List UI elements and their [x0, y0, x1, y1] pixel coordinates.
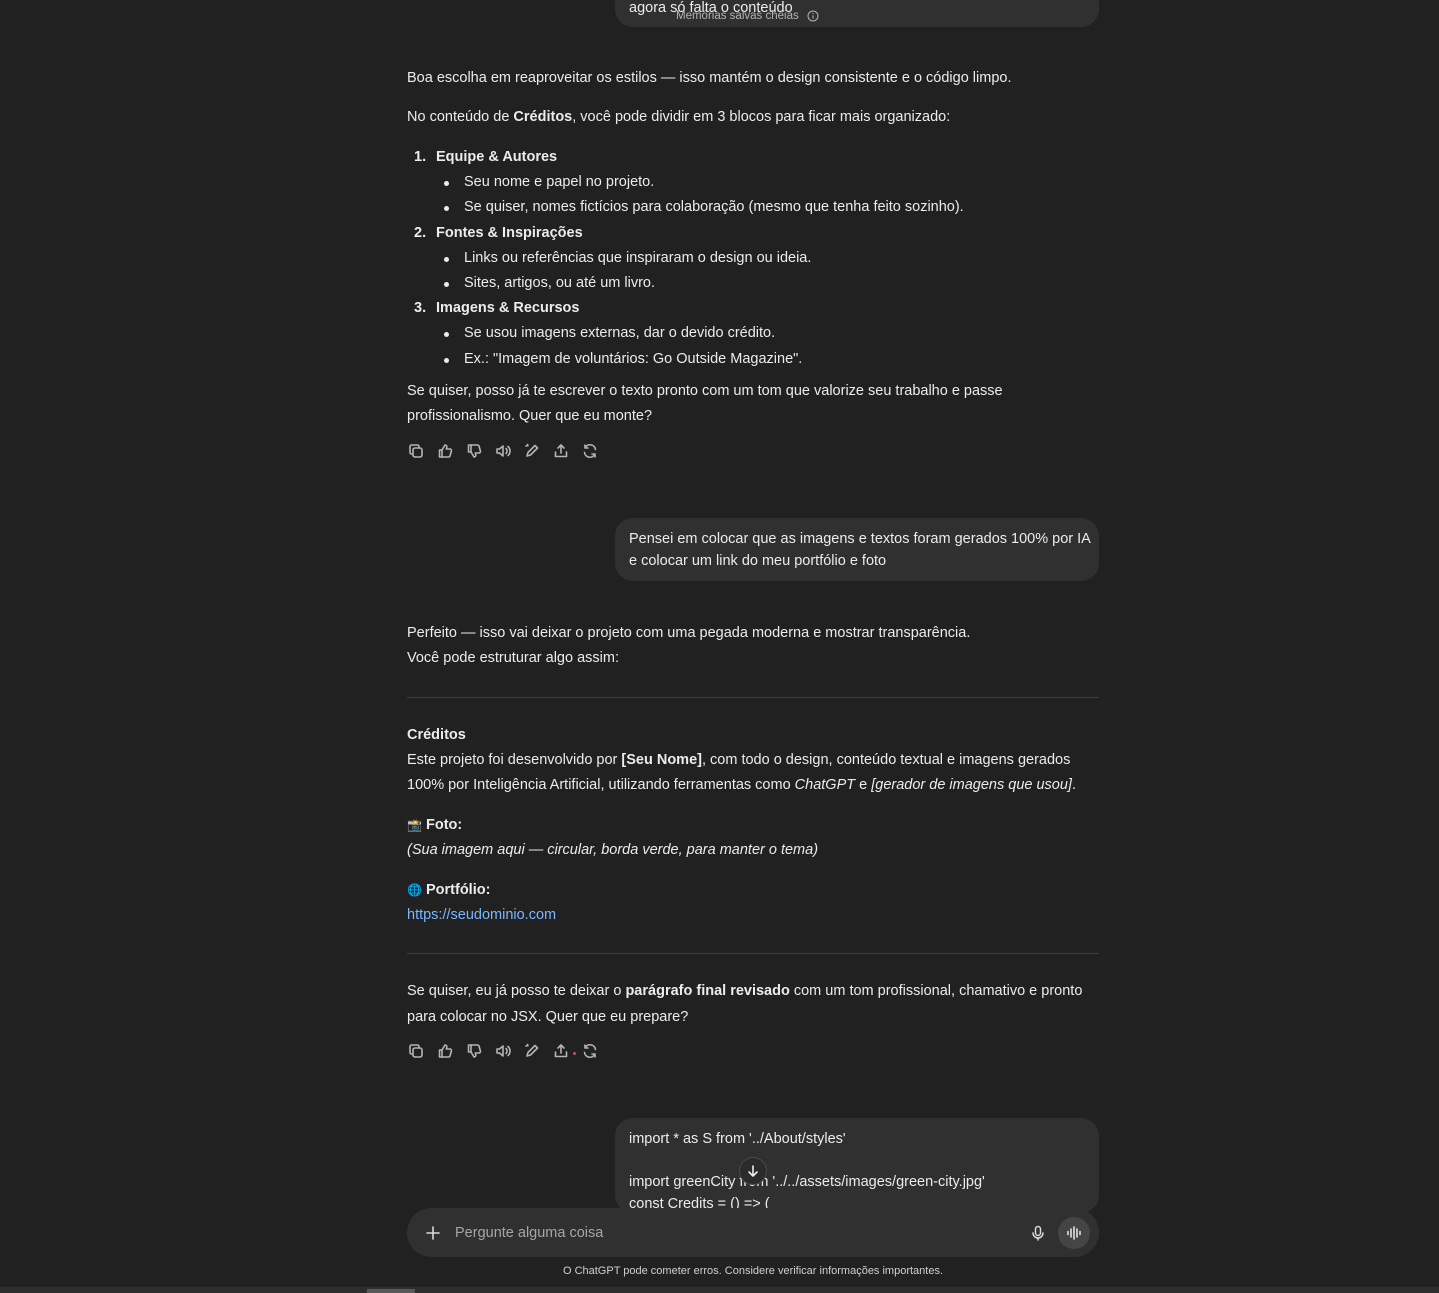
notification-dot: [573, 1052, 576, 1055]
paragraph: Se quiser, eu já posso te deixar o parág…: [407, 983, 1083, 999]
read-aloud-icon[interactable]: [494, 442, 512, 460]
user-message-bubble: Pensei em colocar que as imagens e texto…: [615, 518, 1099, 581]
list-title: Imagens & Recursos: [436, 300, 580, 316]
thumbs-up-icon[interactable]: [436, 442, 454, 460]
list-number: 1.: [414, 149, 427, 165]
disclaimer: O ChatGPT pode cometer erros. Considere …: [562, 1265, 944, 1277]
paragraph: Você pode estruturar algo assim:: [407, 650, 619, 666]
bullet: [444, 257, 449, 262]
memory-label: Memórias salvas cheias: [676, 10, 799, 22]
list-item: Se usou imagens externas, dar o devido c…: [464, 325, 776, 341]
paragraph: No conteúdo de Créditos, você pode divid…: [407, 109, 951, 125]
globe-icon: 🌐: [407, 883, 422, 897]
bullet: [444, 332, 449, 337]
regenerate-icon[interactable]: [581, 442, 599, 460]
list-item: Seu nome e papel no projeto.: [464, 174, 655, 190]
user-message-text: import * as S from '../About/styles': [629, 1131, 846, 1147]
list-item: Links ou referências que inspiraram o de…: [464, 250, 812, 266]
list-item: Sites, artigos, ou até um livro.: [464, 275, 655, 291]
paragraph: profissionalismo. Quer que eu monte?: [407, 408, 653, 424]
message-actions: [407, 442, 610, 462]
edit-icon[interactable]: [523, 1042, 541, 1060]
edit-icon[interactable]: [523, 442, 541, 460]
info-icon: [807, 10, 819, 22]
user-message-text: Pensei em colocar que as imagens e texto…: [629, 531, 1091, 547]
bullet: [444, 181, 449, 186]
divider: [407, 953, 1099, 954]
foto-description: (Sua imagem aqui — circular, borda verde…: [407, 842, 819, 858]
scrollbar-thumb[interactable]: [367, 1289, 415, 1293]
read-aloud-icon[interactable]: [494, 1042, 512, 1060]
list-title: Fontes & Inspirações: [436, 225, 583, 241]
message-actions: [407, 1042, 610, 1062]
foto-heading: 📸 Foto:: [407, 817, 463, 833]
portfolio-heading: 🌐 Portfólio:: [407, 882, 491, 898]
user-message-bubble: import * as S from '../About/styles' imp…: [615, 1118, 1099, 1213]
paragraph: Este projeto foi desenvolvido por [Seu N…: [407, 752, 1071, 768]
thumbs-down-icon[interactable]: [465, 442, 483, 460]
paragraph: para colocar no JSX. Quer que eu prepare…: [407, 1009, 689, 1025]
share-icon[interactable]: [552, 1042, 576, 1060]
list-number: 3.: [414, 300, 427, 316]
list-title: Equipe & Autores: [436, 149, 558, 165]
bullet: [444, 282, 449, 287]
plus-icon[interactable]: [415, 1215, 451, 1251]
list-number: 2.: [414, 225, 427, 241]
user-message-text: e colocar um link do meu portfólio e fot…: [629, 553, 887, 569]
mic-icon[interactable]: [1022, 1217, 1054, 1249]
share-icon[interactable]: [552, 442, 570, 460]
horizontal-scrollbar[interactable]: [0, 1287, 1439, 1293]
bullet: [444, 358, 449, 363]
scroll-to-bottom-button[interactable]: [739, 1157, 767, 1185]
list-item: Se quiser, nomes fictícios para colabora…: [464, 199, 964, 215]
regenerate-icon[interactable]: [581, 1042, 599, 1060]
divider: [407, 697, 1099, 698]
prompt-input[interactable]: [451, 1223, 1022, 1242]
credits-heading: Créditos: [407, 727, 466, 743]
list-item: Ex.: "Imagem de voluntários: Go Outside …: [464, 351, 803, 367]
voice-mode-icon[interactable]: [1058, 1216, 1090, 1249]
portfolio-link[interactable]: https://seudominio.com: [407, 903, 556, 928]
paragraph: Se quiser, posso já te escrever o texto …: [407, 383, 1003, 399]
paragraph: Perfeito — isso vai deixar o projeto com…: [407, 625, 971, 641]
paragraph: 100% por Inteligência Artificial, utiliz…: [407, 777, 1076, 793]
thumbs-down-icon[interactable]: [465, 1042, 483, 1060]
thumbs-up-icon[interactable]: [436, 1042, 454, 1060]
user-message-text: import greenCity from '../../assets/imag…: [629, 1174, 985, 1190]
user-message-bubble: agora só falta o conteúdo Memórias salva…: [615, 0, 1099, 27]
composer: [407, 1208, 1099, 1257]
arrow-down-icon: [746, 1164, 760, 1178]
copy-icon[interactable]: [407, 1042, 425, 1060]
memory-status[interactable]: Memórias salvas cheias: [676, 9, 819, 23]
bullet: [444, 206, 449, 211]
paragraph: Boa escolha em reaproveitar os estilos —…: [407, 70, 1012, 86]
copy-icon[interactable]: [407, 442, 425, 460]
camera-icon: 📸: [407, 818, 422, 832]
